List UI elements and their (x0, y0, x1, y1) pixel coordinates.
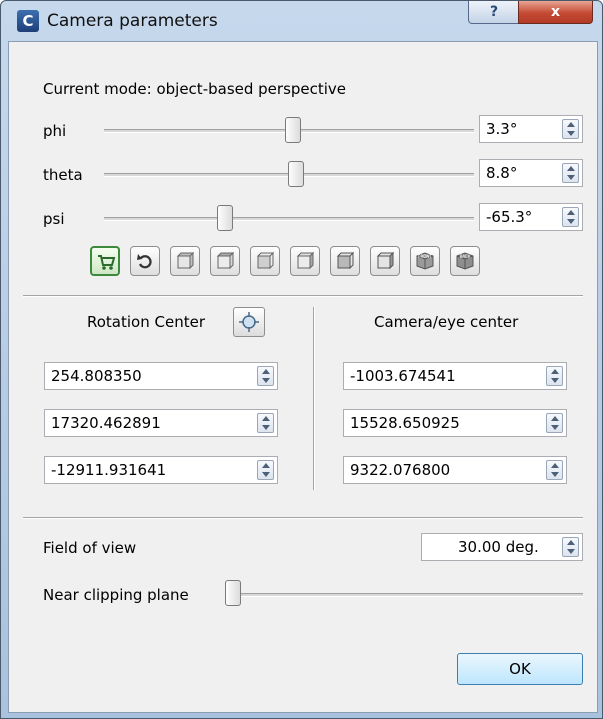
camera-center-y[interactable]: 15528.650925 (343, 409, 567, 437)
help-button[interactable]: ? (468, 1, 520, 24)
camera-center-header: Camera/eye center (374, 313, 519, 331)
rotation-center-z-value: -12911.931641 (51, 461, 167, 479)
iso-view-1-icon (336, 251, 355, 270)
reset-view-button[interactable] (130, 246, 160, 276)
phi-spinbox[interactable]: 3.3° (479, 115, 583, 143)
theta-slider-handle[interactable] (288, 161, 304, 187)
front-left-view-button[interactable] (330, 246, 360, 276)
theta-spin-arrows-icon[interactable] (562, 163, 579, 183)
rotation-center-x-spin-icon[interactable] (257, 366, 274, 386)
right-view-button[interactable] (290, 246, 320, 276)
theta-value: 8.8° (486, 164, 518, 182)
camera-center-x-spin-icon[interactable] (546, 366, 563, 386)
separator-bottom (23, 517, 583, 519)
top-view-icon (176, 251, 195, 270)
front-right-view-button[interactable] (370, 246, 400, 276)
rotation-center-x-value: 254.808350 (51, 367, 142, 385)
title-bar[interactable]: C Camera parameters ? x (1, 1, 602, 41)
camera-center-y-spin-icon[interactable] (546, 413, 563, 433)
near-clipping-slider-handle[interactable] (225, 580, 241, 606)
pick-rotation-center-button[interactable] (233, 307, 265, 337)
phi-value: 3.3° (486, 120, 518, 138)
near-clipping-label: Near clipping plane (43, 586, 189, 604)
rotation-center-x[interactable]: 254.808350 (44, 362, 278, 390)
psi-spinbox[interactable]: -65.3° (479, 203, 583, 231)
rotation-center-y-spin-icon[interactable] (257, 413, 274, 433)
camera-center-z-value: 9322.076800 (350, 461, 451, 479)
rotation-center-z[interactable]: -12911.931641 (44, 456, 278, 484)
field-of-view-label: Field of view (43, 539, 137, 557)
camera-center-z-spin-icon[interactable] (546, 460, 563, 480)
bottom-view-button[interactable] (210, 246, 240, 276)
rotation-center-y-value: 17320.462891 (51, 414, 161, 432)
field-of-view-spinbox[interactable]: 30.00 deg. (421, 533, 583, 561)
rotation-center-header: Rotation Center (87, 313, 205, 331)
app-icon: C (17, 10, 39, 32)
near-clipping-slider[interactable] (225, 593, 583, 597)
theta-spinbox[interactable]: 8.8° (479, 159, 583, 187)
separator-top (23, 295, 583, 297)
psi-slider[interactable] (104, 217, 474, 221)
link-icon (98, 255, 116, 270)
pick-point-icon (239, 312, 259, 332)
top-view-button[interactable] (170, 246, 200, 276)
camera-center-z[interactable]: 9322.076800 (343, 456, 567, 484)
ok-button[interactable]: OK (457, 653, 583, 685)
dialog-window: C Camera parameters ? x Current mode: ob… (0, 0, 603, 719)
psi-slider-handle[interactable] (217, 205, 233, 231)
separator-vertical (313, 307, 315, 490)
back-label: BACK (460, 254, 471, 259)
phi-slider-handle[interactable] (285, 117, 301, 143)
bottom-view-icon (216, 251, 235, 270)
link-button[interactable] (90, 246, 120, 276)
psi-spin-arrows-icon[interactable] (562, 207, 579, 227)
reset-icon (137, 254, 152, 269)
phi-label: phi (43, 122, 67, 140)
left-view-icon (256, 251, 275, 270)
right-view-icon (296, 251, 315, 270)
current-mode-label: Current mode: object-based perspective (43, 80, 347, 98)
theta-label: theta (43, 166, 83, 184)
psi-value: -65.3° (486, 208, 533, 226)
field-of-view-spin-icon[interactable] (562, 537, 579, 557)
close-button[interactable]: x (518, 1, 593, 24)
back-view-icon: BACK (456, 252, 474, 270)
left-view-button[interactable] (250, 246, 280, 276)
camera-center-x[interactable]: -1003.674541 (343, 362, 567, 390)
back-view-button[interactable]: BACK (450, 246, 480, 276)
field-of-view-value: 30.00 deg. (458, 538, 539, 556)
window-title: Camera parameters (47, 11, 218, 31)
dialog-content: Current mode: object-based perspective p… (8, 41, 598, 713)
camera-center-y-value: 15528.650925 (350, 414, 460, 432)
front-view-button[interactable]: FRONT (410, 246, 440, 276)
phi-spin-arrows-icon[interactable] (562, 119, 579, 139)
camera-center-x-value: -1003.674541 (350, 367, 456, 385)
front-view-icon: FRONT (416, 252, 434, 270)
front-label: FRONT (418, 254, 432, 259)
iso-view-2-icon (376, 251, 395, 270)
psi-label: psi (43, 210, 65, 228)
rotation-center-y[interactable]: 17320.462891 (44, 409, 278, 437)
rotation-center-z-spin-icon[interactable] (257, 460, 274, 480)
